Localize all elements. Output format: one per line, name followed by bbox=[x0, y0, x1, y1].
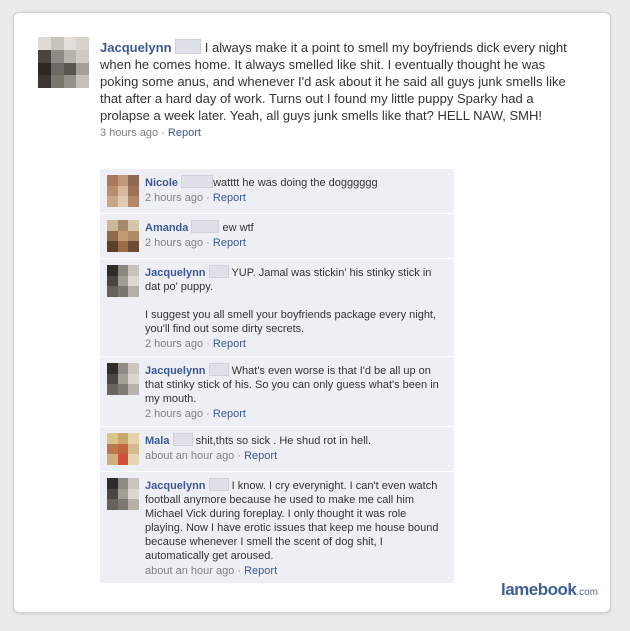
avatar[interactable] bbox=[107, 175, 139, 207]
meta-separator: · bbox=[206, 237, 210, 249]
comment: Mala shit,thts so sick . He shud rot in … bbox=[100, 427, 454, 472]
comment-text: Jacquelynn What's even worse is that I'd… bbox=[145, 363, 446, 406]
meta-separator: · bbox=[161, 127, 165, 139]
comment-meta: 2 hours ago · Report bbox=[145, 408, 446, 420]
report-link[interactable]: Report bbox=[168, 127, 201, 139]
comment-message-continued: I suggest you all smell your boyfriends … bbox=[145, 309, 437, 335]
author-name[interactable]: Jacquelynn bbox=[100, 40, 172, 55]
report-link[interactable]: Report bbox=[213, 338, 246, 350]
comment-meta: about an hour ago · Report bbox=[145, 450, 446, 462]
commenter-name[interactable]: Nicole bbox=[145, 177, 178, 189]
meta-separator: · bbox=[206, 338, 210, 350]
avatar[interactable] bbox=[38, 37, 89, 88]
comment: Nicole watttt he was doing the dogggggg … bbox=[100, 169, 454, 214]
redacted-surname bbox=[191, 220, 220, 233]
comment-message: shit,thts so sick . He shud rot in hell. bbox=[195, 435, 372, 447]
avatar[interactable] bbox=[107, 363, 139, 395]
story-card: Jacquelynn I always make it a point to s… bbox=[13, 12, 611, 613]
report-link[interactable]: Report bbox=[244, 565, 277, 577]
comment: Jacquelynn I know. I cry everynight. I c… bbox=[100, 472, 454, 584]
report-link[interactable]: Report bbox=[244, 450, 277, 462]
avatar[interactable] bbox=[107, 478, 139, 510]
redacted-surname bbox=[208, 478, 229, 491]
avatar[interactable] bbox=[107, 265, 139, 297]
report-link[interactable]: Report bbox=[213, 192, 246, 204]
comment-text: Jacquelynn I know. I cry everynight. I c… bbox=[145, 478, 446, 563]
comment-text: Jacquelynn YUP. Jamal was stickin' his s… bbox=[145, 265, 446, 336]
commenter-name[interactable]: Mala bbox=[145, 435, 169, 447]
comment-list: Nicole watttt he was doing the dogggggg … bbox=[100, 169, 454, 584]
comment-message: watttt he was doing the dogggggg bbox=[213, 177, 378, 189]
report-link[interactable]: Report bbox=[213, 408, 246, 420]
meta-separator: · bbox=[237, 565, 242, 577]
commenter-name[interactable]: Jacquelynn bbox=[145, 480, 206, 492]
comment-meta: 2 hours ago · Report bbox=[145, 237, 446, 249]
comment-meta: 2 hours ago · Report bbox=[145, 338, 446, 350]
comment-message: ew wtf bbox=[222, 222, 254, 234]
comment-text: Mala shit,thts so sick . He shud rot in … bbox=[145, 433, 446, 448]
lamebook-logo: lamebook.com bbox=[501, 580, 598, 600]
comment: Jacquelynn YUP. Jamal was stickin' his s… bbox=[100, 259, 454, 357]
timestamp[interactable]: 2 hours ago bbox=[145, 192, 203, 204]
timestamp[interactable]: about an hour ago bbox=[145, 565, 234, 577]
post-body: Jacquelynn I always make it a point to s… bbox=[100, 39, 584, 139]
post-text: Jacquelynn I always make it a point to s… bbox=[100, 39, 584, 124]
meta-separator: · bbox=[237, 450, 242, 462]
commenter-name[interactable]: Jacquelynn bbox=[145, 365, 206, 377]
comment: Amanda ew wtf 2 hours ago · Report bbox=[100, 214, 454, 259]
comment-message: I know. I cry everynight. I can't even w… bbox=[145, 480, 439, 562]
timestamp[interactable]: 3 hours ago bbox=[100, 127, 158, 139]
timestamp[interactable]: 2 hours ago bbox=[145, 338, 203, 350]
comment: Jacquelynn What's even worse is that I'd… bbox=[100, 357, 454, 427]
report-link[interactable]: Report bbox=[213, 237, 246, 249]
redacted-surname bbox=[208, 265, 229, 278]
comment-meta: about an hour ago · Report bbox=[145, 565, 446, 577]
post-meta: 3 hours ago · Report bbox=[100, 127, 584, 139]
redacted-surname bbox=[208, 363, 229, 376]
timestamp[interactable]: 2 hours ago bbox=[145, 408, 203, 420]
timestamp[interactable]: about an hour ago bbox=[145, 450, 234, 462]
meta-separator: · bbox=[206, 192, 210, 204]
logo-tld: .com bbox=[576, 587, 598, 598]
comment-text: Amanda ew wtf bbox=[145, 220, 446, 235]
redacted-surname bbox=[175, 39, 202, 54]
redacted-surname bbox=[172, 433, 193, 446]
commenter-name[interactable]: Jacquelynn bbox=[145, 267, 206, 279]
redacted-surname bbox=[181, 175, 214, 188]
meta-separator: · bbox=[206, 408, 210, 420]
timestamp[interactable]: 2 hours ago bbox=[145, 237, 203, 249]
commenter-name[interactable]: Amanda bbox=[145, 222, 188, 234]
avatar[interactable] bbox=[107, 220, 139, 252]
comment-meta: 2 hours ago · Report bbox=[145, 192, 446, 204]
logo-brand: lamebook bbox=[500, 580, 577, 599]
avatar[interactable] bbox=[107, 433, 139, 465]
comment-text: Nicole watttt he was doing the dogggggg bbox=[145, 175, 446, 190]
